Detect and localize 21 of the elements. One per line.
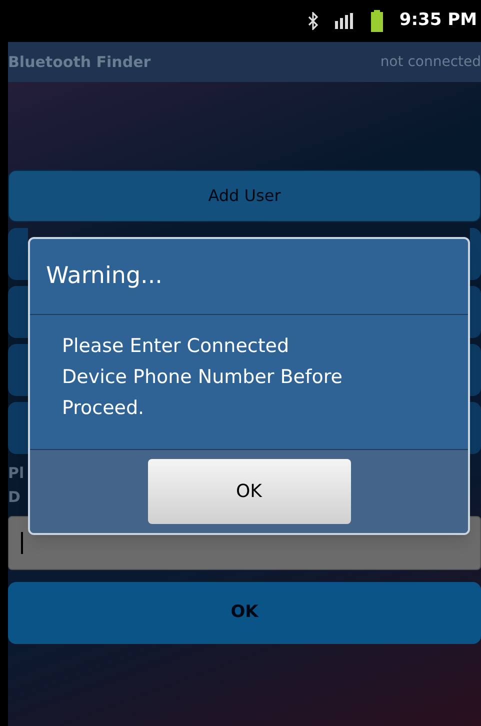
button-edge[interactable]: [8, 344, 28, 396]
ok-button[interactable]: OK: [148, 459, 350, 524]
connection-status: not connected: [380, 52, 481, 72]
app-title: Bluetooth Finder: [8, 52, 151, 73]
dialog-message: Please Enter Connected Device Phone Number Before Proceed.: [62, 334, 344, 421]
field-label: D: [8, 487, 20, 508]
battery-icon: [371, 10, 384, 32]
dialog-title: Warning...: [46, 262, 162, 292]
button-edge[interactable]: [470, 286, 481, 338]
clock: 9:35 PM: [399, 9, 477, 32]
menu-button[interactable]: Add User: [8, 170, 481, 222]
button-edge[interactable]: [8, 286, 28, 338]
ok-button[interactable]: OK: [8, 582, 481, 644]
button-edge[interactable]: [470, 402, 481, 454]
button-edge[interactable]: [470, 228, 481, 280]
field-label: Pl: [8, 463, 24, 484]
button-edge[interactable]: [8, 402, 28, 454]
bluetooth-icon: [307, 12, 320, 30]
signal-icon: [335, 13, 356, 29]
button-edge[interactable]: [470, 344, 481, 396]
button-edge[interactable]: [8, 228, 28, 280]
